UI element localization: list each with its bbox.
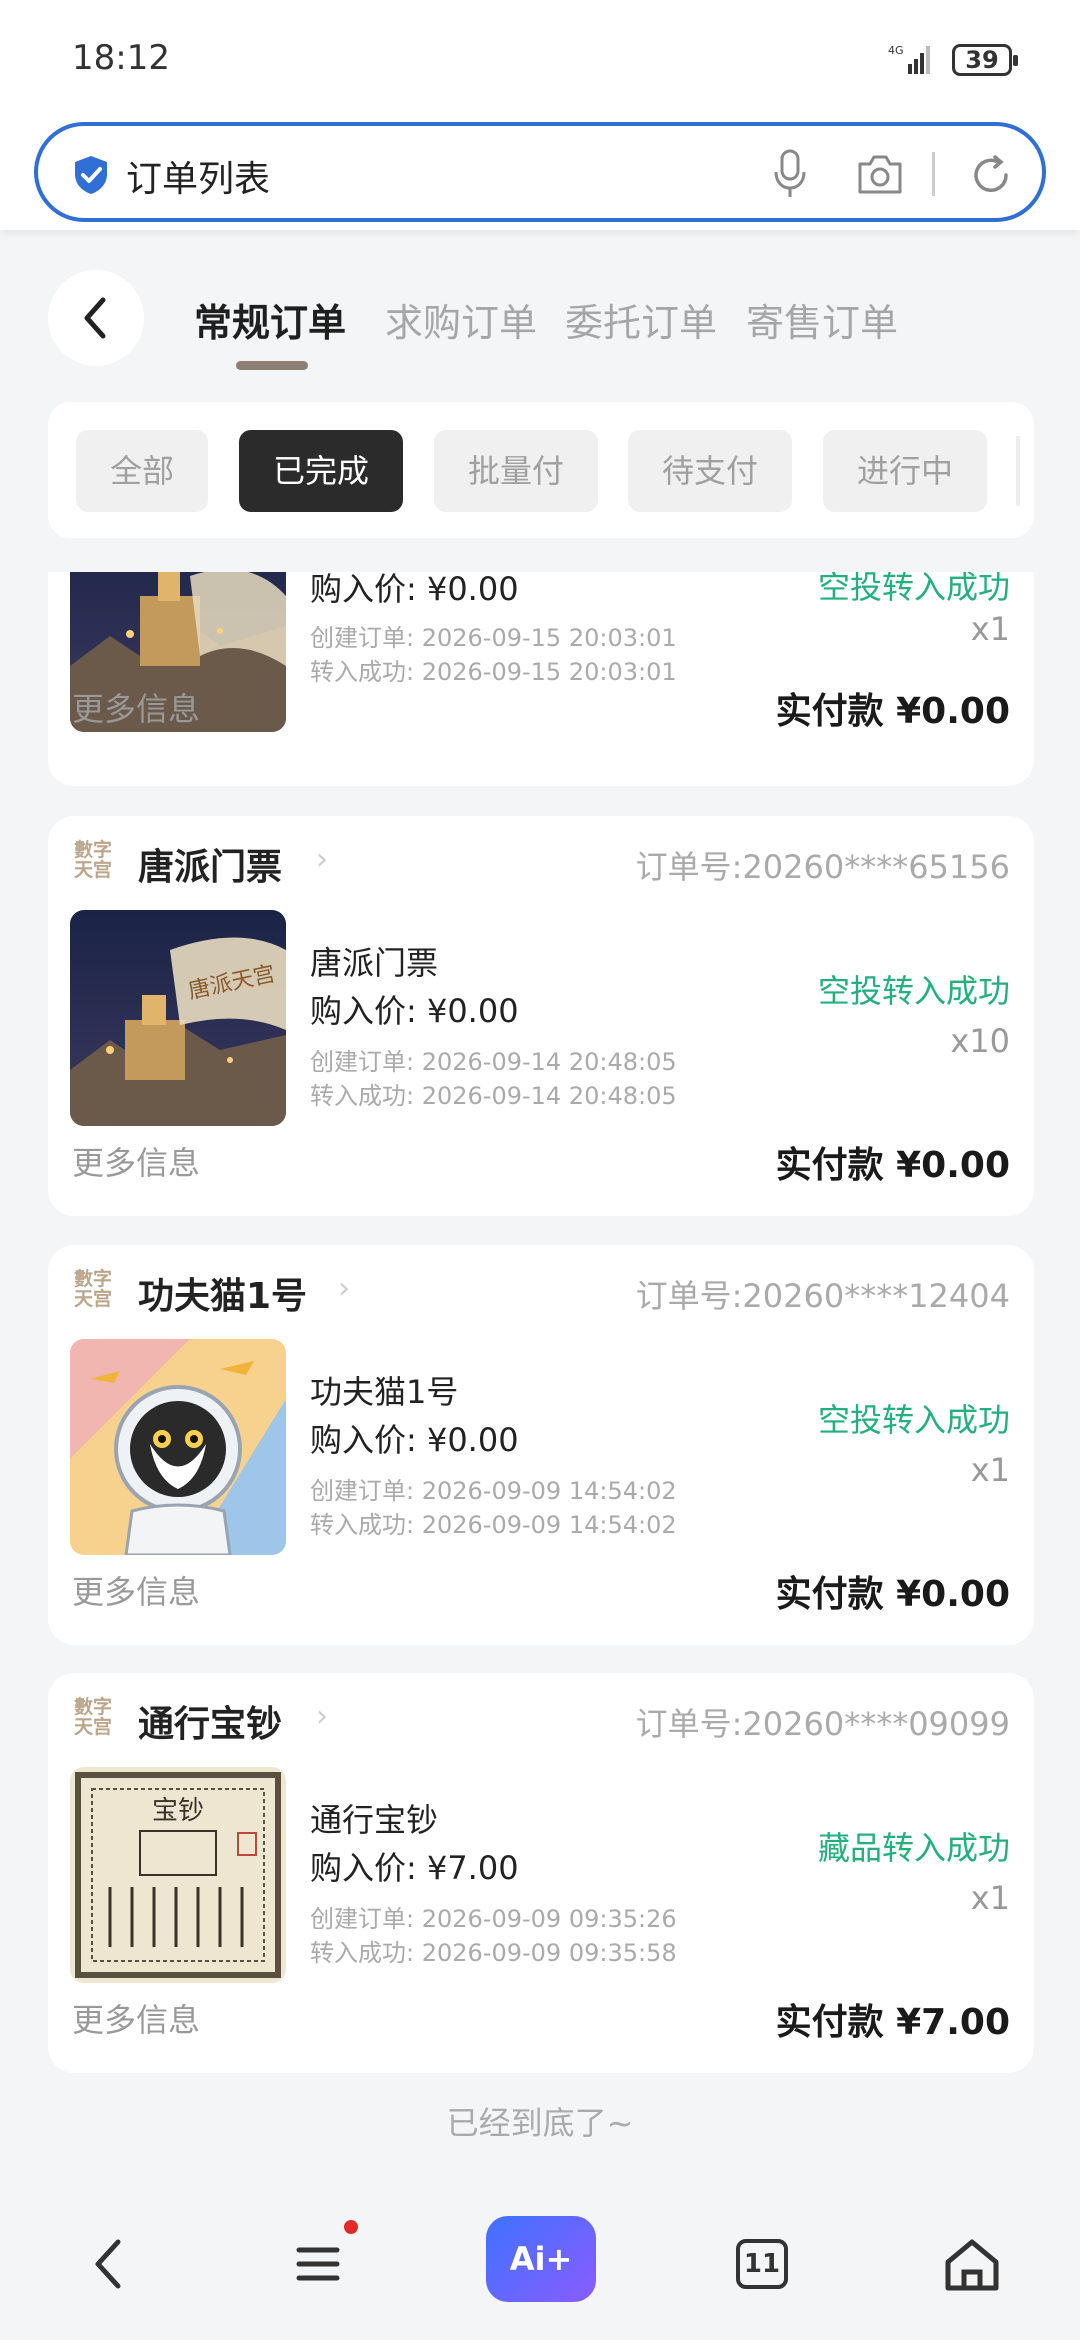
product-name: 通行宝钞: [310, 1801, 439, 1839]
filter-all[interactable]: 全部: [76, 430, 208, 512]
order-tabs: 常规订单 求购订单 委托订单 寄售订单: [0, 230, 1080, 380]
network-type: 4G: [888, 44, 904, 57]
chevron-left-icon: [95, 2239, 121, 2289]
order-status: 空投转入成功: [817, 1401, 1010, 1439]
chevron-right-icon[interactable]: ›: [316, 1699, 328, 1734]
order-card[interactable]: 购入价: ¥0.00 创建订单: 2026-09-15 20:03:01 转入成…: [48, 572, 1034, 786]
nav-menu-button[interactable]: [278, 2224, 358, 2304]
transferred-time: 转入成功: 2026-09-14 20:48:05: [310, 1082, 677, 1110]
chevron-left-icon: [84, 297, 106, 339]
list-end-note: 已经到底了~: [446, 2104, 634, 2142]
product-image: 唐派天宫: [70, 910, 286, 1126]
status-bar: 18:12 4G 39: [0, 0, 1080, 118]
address-bar[interactable]: 订单列表: [34, 122, 1046, 222]
camera-icon[interactable]: [856, 152, 904, 196]
browser-bar: 订单列表: [0, 118, 1080, 230]
tab-active-indicator: [236, 361, 308, 370]
nav-back-button[interactable]: [68, 2224, 148, 2304]
product-image: 宝钞: [70, 1767, 286, 1983]
signal-icon: 4G: [888, 44, 930, 74]
quantity: x1: [970, 1879, 1010, 1917]
order-status: 藏品转入成功: [817, 1829, 1010, 1867]
purchase-price: 购入价: ¥7.00: [310, 1849, 519, 1887]
created-time: 创建订单: 2026-09-09 14:54:02: [310, 1477, 677, 1505]
paid-amount: 实付款 ¥0.00: [775, 691, 1010, 732]
chevron-right-icon[interactable]: ›: [316, 842, 328, 877]
order-status: 空投转入成功: [817, 972, 1010, 1010]
filter-in-progress[interactable]: 进行中: [823, 430, 987, 512]
order-card[interactable]: 數字 天宫 唐派门票 › 订单号:20260****65156 唐派天宫 唐派门票…: [48, 816, 1034, 1216]
order-title[interactable]: 通行宝钞: [138, 1695, 282, 1747]
tabs-count: 11: [736, 2239, 788, 2289]
quantity: x10: [950, 1022, 1010, 1060]
more-info-link[interactable]: 更多信息: [72, 1567, 200, 1613]
product-name: 唐派门票: [310, 944, 439, 982]
more-info-link[interactable]: 更多信息: [72, 1995, 200, 2041]
quantity: x1: [970, 1451, 1010, 1489]
refresh-icon[interactable]: [968, 152, 1014, 198]
brand-logo: 數字 天宫: [73, 1696, 112, 1738]
nav-tabs-button[interactable]: 11: [722, 2224, 802, 2304]
brand-logo: 數字 天宫: [73, 1268, 112, 1310]
paid-amount: 实付款 ¥7.00: [775, 2002, 1010, 2043]
bottom-nav: Ai+ 11: [0, 2180, 1080, 2340]
product-image: [70, 1339, 286, 1555]
paid-amount: 实付款 ¥0.00: [775, 1574, 1010, 1615]
notification-dot: [344, 2220, 358, 2234]
paid-amount: 实付款 ¥0.00: [775, 1145, 1010, 1186]
order-status: 空投转入成功: [817, 572, 1010, 606]
brand-logo: 數字 天宫: [73, 839, 112, 881]
order-number: 订单号:20260****65156: [635, 848, 1010, 886]
shield-icon: [75, 156, 107, 194]
transferred-time: 转入成功: 2026-09-15 20:03:01: [310, 658, 677, 686]
created-time: 创建订单: 2026-09-09 09:35:26: [310, 1905, 677, 1933]
transferred-time: 转入成功: 2026-09-09 14:54:02: [310, 1511, 677, 1539]
image-caption: 宝钞: [152, 1796, 204, 1826]
address-text: 订单列表: [126, 159, 271, 200]
filter-completed[interactable]: 已完成: [239, 430, 403, 512]
ai-assistant-button[interactable]: Ai+: [486, 2216, 596, 2302]
created-time: 创建订单: 2026-09-14 20:48:05: [310, 1048, 677, 1076]
order-number: 订单号:20260****12404: [635, 1277, 1010, 1315]
tab-entrusted-orders[interactable]: 委托订单: [565, 292, 717, 347]
tab-consignment-orders[interactable]: 寄售订单: [746, 292, 898, 347]
order-card[interactable]: 數字 天宫 功夫猫1号 › 订单号:20260****12404 功夫猫1号 购入…: [48, 1245, 1034, 1645]
status-filter: 全部 已完成 批量付 待支付 进行中: [48, 402, 1034, 538]
chevron-right-icon[interactable]: ›: [338, 1271, 350, 1306]
back-button[interactable]: [48, 270, 144, 366]
filter-batch-pay[interactable]: 批量付: [434, 430, 598, 512]
nav-home-button[interactable]: [932, 2224, 1012, 2304]
transferred-time: 转入成功: 2026-09-09 09:35:58: [310, 1939, 677, 1967]
order-title[interactable]: 功夫猫1号: [138, 1267, 307, 1319]
battery-icon: 39: [952, 44, 1018, 76]
created-time: 创建订单: 2026-09-15 20:03:01: [310, 624, 677, 652]
filter-pending-payment[interactable]: 待支付: [628, 430, 792, 512]
purchase-price: 购入价: ¥0.00: [310, 1421, 519, 1459]
purchase-price: 购入价: ¥0.00: [310, 572, 519, 608]
home-icon: [945, 2239, 999, 2291]
tab-purchase-orders[interactable]: 求购订单: [385, 292, 537, 347]
divider: [932, 152, 935, 196]
battery-level: 39: [965, 46, 999, 74]
product-name: 功夫猫1号: [310, 1373, 459, 1411]
purchase-price: 购入价: ¥0.00: [310, 992, 519, 1030]
filter-overflow-edge: [1016, 436, 1020, 506]
more-info-link[interactable]: 更多信息: [72, 684, 200, 730]
order-list[interactable]: 购入价: ¥0.00 创建订单: 2026-09-15 20:03:01 转入成…: [48, 572, 1034, 2180]
tab-regular-orders[interactable]: 常规订单: [194, 292, 346, 347]
menu-icon: [296, 2247, 340, 2281]
order-number: 订单号:20260****09099: [635, 1705, 1010, 1743]
status-time: 18:12: [72, 38, 170, 78]
order-card[interactable]: 數字 天宫 通行宝钞 › 订单号:20260****09099 宝钞 通行宝钞 购: [48, 1673, 1034, 2073]
order-title[interactable]: 唐派门票: [138, 838, 282, 890]
quantity: x1: [970, 610, 1010, 648]
microphone-icon[interactable]: [768, 148, 812, 200]
more-info-link[interactable]: 更多信息: [72, 1138, 200, 1184]
